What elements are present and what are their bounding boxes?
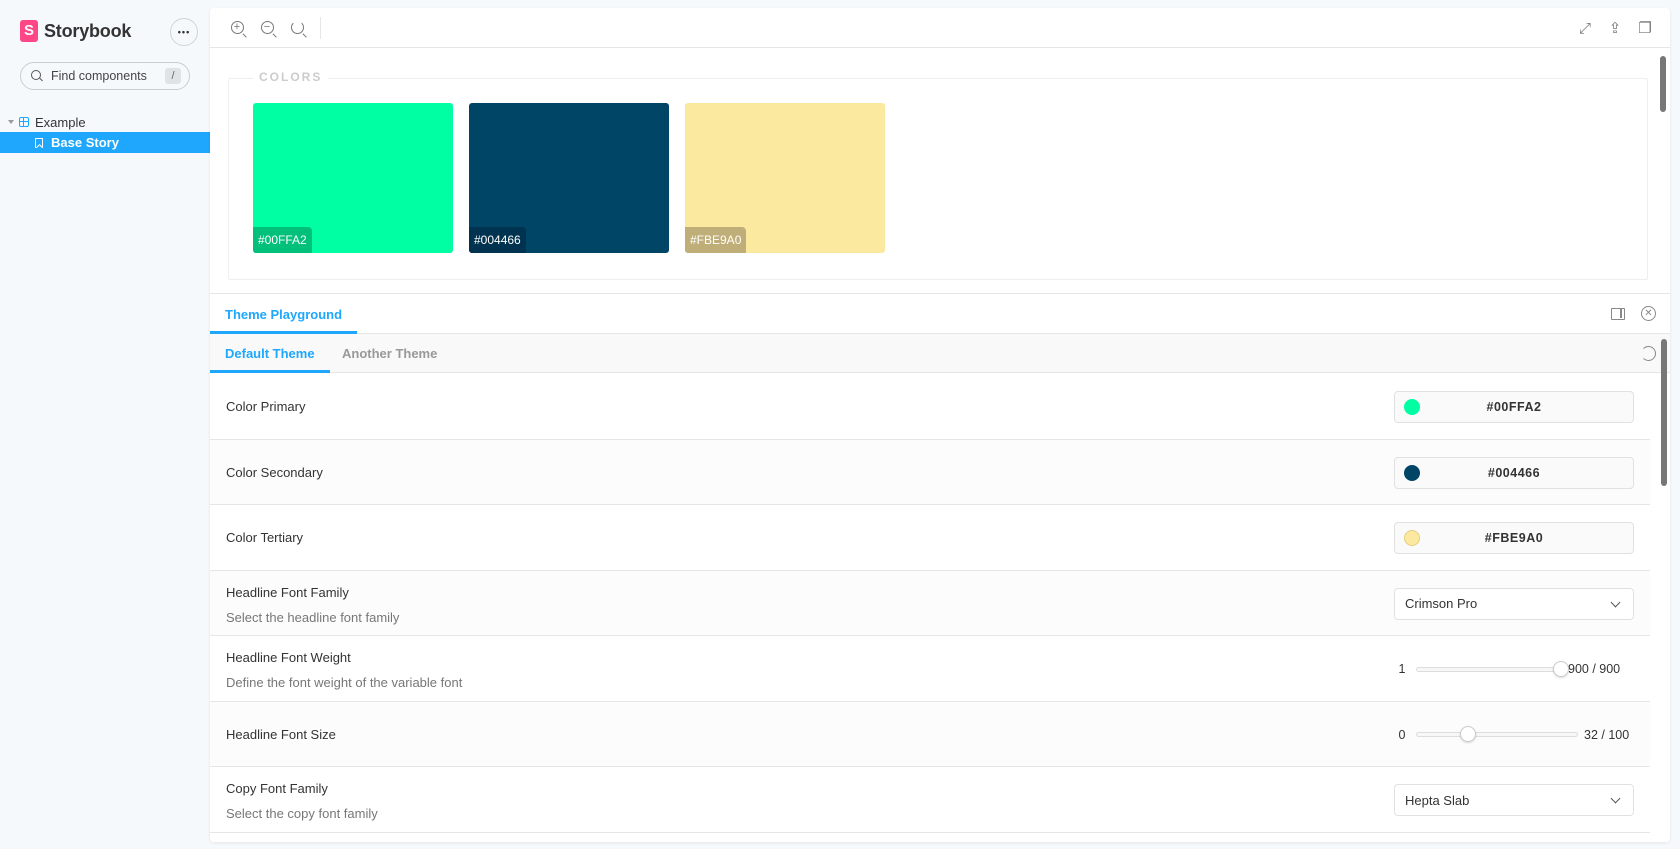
color-preview-dot[interactable] [1404,399,1420,415]
color-tertiary-input[interactable]: #FBE9A0 [1394,522,1634,554]
zoom-in-icon: + [230,21,244,34]
zoom-out-button[interactable]: − [252,13,282,43]
color-preview-dot[interactable] [1404,464,1420,481]
swatch-hex-label: #FBE9A0 [685,227,747,253]
slider-track[interactable] [1416,660,1569,677]
color-swatch-tertiary: #FBE9A0 [685,103,885,253]
panel-actions: ✕ [1611,306,1656,321]
ellipsis-icon: ••• [177,27,191,37]
panel-scrollbar[interactable] [1661,339,1667,486]
control-row-headline-font-weight: Headline Font Weight Define the font wei… [210,636,1650,702]
toolbar-right: ⤢ ⇪ ❐ [1570,13,1660,43]
main-panel: + − ⤢ ⇪ ❐ COLORS #00FFA2 #004466 #FBE9A0… [210,8,1670,842]
headline-font-size-slider[interactable]: 0 32 / 100 [1394,726,1634,744]
controls-list: Color Primary #00FFA2 Color Secondary #0… [210,374,1650,833]
tree-group-label: Example [35,114,86,130]
copy-font-family-select[interactable]: Hepta Slab [1394,784,1634,816]
tree-item-label: Base Story [51,135,119,150]
theme-tabs: Default Theme Another Theme [210,334,1670,373]
addon-tabs: Theme Playground ✕ [210,294,1670,334]
fullscreen-button[interactable]: ⤢ [1570,13,1600,43]
share-button[interactable]: ⇪ [1600,13,1630,43]
search-icon [31,70,43,82]
slider-value-label: 900 / 900 [1568,662,1621,676]
control-row-copy-font-family: Copy Font Family Select the copy font fa… [210,767,1650,833]
control-label: Headline Font Family [226,584,349,600]
zoom-reset-icon [290,21,304,34]
toolbar-divider [320,16,321,39]
search-box[interactable]: / [20,62,190,90]
share-icon: ⇪ [1608,20,1622,37]
control-row-color-tertiary: Color Tertiary #FBE9A0 [210,505,1650,571]
control-description: Select the headline font family [226,609,400,625]
zoom-in-button[interactable]: + [222,13,252,43]
canvas-scrollbar[interactable] [1660,56,1666,112]
close-panel-icon[interactable]: ✕ [1641,306,1656,321]
tab-theme-playground[interactable]: Theme Playground [210,294,357,334]
brand[interactable]: S Storybook [20,20,131,42]
control-description: Define the font weight of the variable f… [226,675,463,690]
color-value: #00FFA2 [1486,400,1542,414]
zoom-out-icon: − [260,21,274,34]
slider-track[interactable] [1416,726,1578,742]
control-label: Color Primary [226,399,306,414]
more-options-button[interactable]: ••• [170,18,198,46]
control-label: Headline Font Weight [226,650,351,665]
color-preview-dot[interactable] [1404,530,1420,546]
slider-value-label: 32 / 100 [1584,727,1630,742]
color-value: #FBE9A0 [1484,531,1544,545]
select-value: Crimson Pro [1405,596,1478,611]
addon-panel: Theme Playground ✕ Default Theme Another… [210,293,1670,842]
story-canvas: COLORS #00FFA2 #004466 #FBE9A0 [210,48,1670,293]
chevron-down-icon [1610,597,1621,607]
headline-font-weight-slider[interactable]: 1 900 / 900 [1394,660,1634,678]
color-primary-input[interactable]: #00FFA2 [1394,391,1634,423]
color-swatch-secondary: #004466 [469,103,669,253]
colors-section: COLORS #00FFA2 #004466 #FBE9A0 [228,70,1648,280]
control-description: Select the copy font family [226,806,378,821]
storybook-logo-icon: S [20,20,38,42]
copy-icon: ❐ [1638,20,1652,37]
caret-down-icon[interactable] [8,120,14,124]
copy-link-button[interactable]: ❐ [1630,13,1660,43]
headline-font-family-select[interactable]: Crimson Pro [1394,587,1634,620]
panel-orientation-icon[interactable] [1611,307,1625,320]
tree-group-example[interactable]: Example [0,112,210,132]
color-value: #004466 [1487,465,1541,480]
select-value: Hepta Slab [1405,792,1470,808]
story-tree: Example Base Story [0,112,210,153]
slider-min-label: 0 [1398,727,1406,742]
swatch-hex-label: #00FFA2 [253,227,312,253]
tab-another-theme[interactable]: Another Theme [327,334,452,373]
fullscreen-icon: ⤢ [1578,19,1591,37]
colors-section-title: COLORS [253,70,329,84]
slider-min-label: 1 [1398,662,1406,676]
control-label: Headline Font Size [226,726,336,742]
swatch-hex-label: #004466 [469,227,526,253]
control-label: Color Secondary [226,464,323,480]
search-input[interactable] [51,69,161,83]
control-row-headline-font-family: Headline Font Family Select the headline… [210,570,1650,636]
control-label: Color Tertiary [226,530,304,545]
component-icon [19,117,29,127]
control-label: Copy Font Family [226,781,328,796]
control-row-headline-font-size: Headline Font Size 0 32 / 100 [210,701,1650,767]
color-swatch-primary: #00FFA2 [253,103,453,253]
tree-item-base-story[interactable]: Base Story [0,132,210,153]
app-title: Storybook [44,20,132,41]
slider-thumb[interactable] [1553,660,1569,677]
zoom-reset-button[interactable] [282,13,312,43]
slider-thumb[interactable] [1460,726,1477,742]
reset-icon[interactable] [1641,346,1656,361]
toolbar: + − ⤢ ⇪ ❐ [210,8,1670,48]
control-row-color-secondary: Color Secondary #004466 [210,439,1650,505]
control-row-color-primary: Color Primary #00FFA2 [210,374,1650,440]
tab-default-theme[interactable]: Default Theme [210,334,330,373]
sidebar: S Storybook ••• / Example Base Story [0,0,210,849]
chevron-down-icon [1610,793,1621,804]
color-secondary-input[interactable]: #004466 [1394,456,1634,489]
search-shortcut-hint: / [165,68,181,84]
story-bookmark-icon [35,137,43,148]
